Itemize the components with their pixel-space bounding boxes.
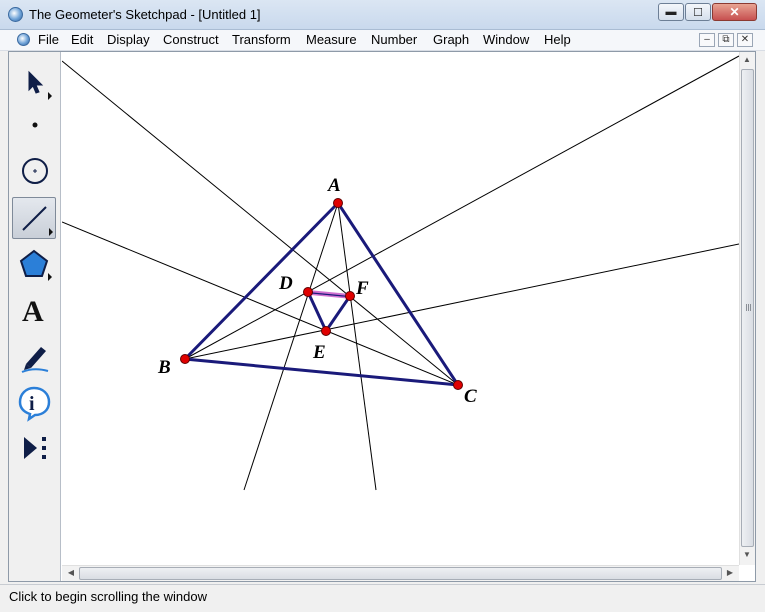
straightedge-tool-icon	[22, 206, 53, 236]
construction-line-2[interactable]	[62, 221, 459, 386]
text-tool-icon: A	[22, 295, 44, 328]
menu-transform[interactable]: Transform	[232, 32, 291, 47]
construction-line-4[interactable]	[184, 243, 739, 360]
minimize-button[interactable]: ▬	[658, 3, 684, 21]
label-d[interactable]: D	[278, 273, 293, 294]
scroll-right-icon[interactable]: ▶	[723, 568, 737, 577]
menu-bar: File Edit Display Construct Transform Me…	[0, 30, 765, 51]
point-d[interactable]	[303, 287, 313, 297]
document-restore-button[interactable]: ⧉	[718, 33, 734, 47]
document-icon[interactable]	[17, 33, 30, 46]
text-tool-glyph: A	[22, 295, 44, 328]
menu-display[interactable]: Display	[107, 32, 150, 47]
title-bar: The Geometer's Sketchpad - [Untitled 1] …	[0, 0, 765, 30]
scroll-left-icon[interactable]: ◀	[64, 568, 78, 577]
sketchpad-app-icon[interactable]	[8, 7, 23, 22]
polygon-tool[interactable]	[12, 243, 56, 285]
label-f[interactable]: F	[355, 278, 369, 299]
menu-graph[interactable]: Graph	[433, 32, 469, 47]
label-c[interactable]: C	[464, 386, 477, 407]
custom-tool[interactable]	[12, 427, 56, 469]
label-b[interactable]: B	[157, 357, 171, 378]
thumb-grip	[750, 304, 751, 311]
point-a[interactable]	[333, 198, 343, 208]
label-a[interactable]: A	[327, 175, 341, 196]
arrow-tool[interactable]	[12, 60, 56, 102]
menu-edit[interactable]: Edit	[71, 32, 93, 47]
scroll-up-icon[interactable]: ▲	[740, 55, 754, 64]
menu-number[interactable]: Number	[371, 32, 417, 47]
status-text: Click to begin scrolling the window	[9, 589, 207, 604]
thumb-grip	[746, 304, 747, 311]
marker-tool-icon	[21, 347, 49, 373]
menu-construct[interactable]: Construct	[163, 32, 219, 47]
compass-tool-icon	[22, 158, 48, 184]
vertical-scroll-thumb[interactable]	[741, 69, 754, 547]
arrow-tool-icon	[28, 70, 52, 100]
marker-tool[interactable]	[12, 335, 56, 377]
sketch-canvas[interactable]: A B C D E F	[62, 52, 739, 565]
horizontal-scroll-thumb[interactable]	[79, 567, 722, 580]
label-e[interactable]: E	[312, 342, 326, 363]
menu-window[interactable]: Window	[483, 32, 529, 47]
sketch-svg[interactable]: A B C D E F	[62, 52, 739, 565]
toolbox: A i	[9, 52, 61, 581]
point-b[interactable]	[180, 354, 190, 364]
maximize-button[interactable]: ☐	[685, 3, 711, 21]
point-tool-icon	[32, 122, 38, 128]
menu-file[interactable]: File	[38, 32, 59, 47]
close-button[interactable]: ✕	[712, 3, 757, 21]
text-tool[interactable]: A	[12, 289, 56, 331]
point-tool[interactable]	[12, 104, 56, 146]
custom-tool-icon	[24, 437, 46, 459]
straightedge-tool[interactable]	[12, 197, 56, 239]
vertical-scrollbar[interactable]: ▲ ▼	[739, 52, 755, 565]
menu-measure[interactable]: Measure	[306, 32, 357, 47]
thumb-grip	[748, 304, 749, 311]
menu-help[interactable]: Help	[544, 32, 571, 47]
horizontal-scrollbar[interactable]: ◀ ▶	[62, 565, 739, 581]
information-tool[interactable]: i	[12, 381, 56, 423]
document-close-button[interactable]: ✕	[737, 33, 753, 47]
document-minimize-button[interactable]: –	[699, 33, 715, 47]
status-bar: Click to begin scrolling the window	[0, 584, 765, 612]
information-tool-glyph: i	[29, 393, 35, 415]
construction-line-1[interactable]	[62, 60, 459, 386]
construction-line-6[interactable]	[337, 202, 377, 491]
information-tool-icon: i	[18, 386, 51, 422]
scroll-down-icon[interactable]: ▼	[740, 550, 754, 559]
compass-tool[interactable]	[12, 149, 56, 191]
construction-line-3[interactable]	[184, 55, 739, 360]
point-c[interactable]	[453, 380, 463, 390]
polygon-tool-icon	[19, 249, 52, 281]
window-title: The Geometer's Sketchpad - [Untitled 1]	[29, 7, 261, 22]
point-e[interactable]	[321, 326, 331, 336]
point-f[interactable]	[345, 291, 355, 301]
